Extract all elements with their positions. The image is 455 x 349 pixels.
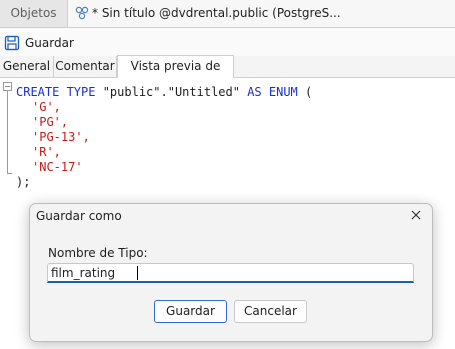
sql-keyword: AS ENUM <box>247 85 298 99</box>
fold-guide <box>7 85 8 173</box>
cancel-button[interactable]: Cancelar <box>234 300 307 323</box>
sql-keyword: CREATE TYPE <box>16 85 96 99</box>
save-label: Guardar <box>25 36 74 50</box>
tab-title: * Sin título @dvdrental.public (PostgreS… <box>92 6 341 20</box>
toolbar: Guardar <box>0 28 455 58</box>
type-icon <box>75 6 89 20</box>
save-as-dialog: Guardar como Nombre de Tipo: film_rating… <box>29 203 433 342</box>
code-line-4: 'PG-13', <box>32 129 90 145</box>
code-line-2: 'G', <box>32 99 61 115</box>
sql-paren: ( <box>297 85 313 99</box>
code-line-7: ); <box>16 174 30 190</box>
tab-objects[interactable]: Objetos <box>0 0 67 27</box>
enum-value: 'R', <box>32 145 61 159</box>
dialog-title: Guardar como <box>36 209 122 223</box>
enum-value: 'PG', <box>32 115 69 129</box>
code-line-1: CREATE TYPE "public"."Untitled" AS ENUM … <box>16 84 312 100</box>
type-name-label: Nombre de Tipo: <box>48 246 148 260</box>
close-icon[interactable] <box>408 207 424 223</box>
tab-general[interactable]: General <box>0 56 54 77</box>
sql-closing: ); <box>16 175 31 189</box>
type-name-value: film_rating <box>51 266 116 280</box>
code-line-3: 'PG', <box>32 114 68 130</box>
enum-value: 'G', <box>32 100 61 114</box>
document-tab-bar: Objetos * Sin título @dvdrental.public (… <box>0 0 455 28</box>
enum-value: 'PG-13', <box>32 130 90 144</box>
tab-sql-preview[interactable]: Vista previa de SQL <box>117 55 234 94</box>
text-caret <box>137 266 138 280</box>
tab-comment[interactable]: Comentar <box>54 56 117 77</box>
fold-toggle-icon[interactable]: − <box>3 82 12 91</box>
fold-end-marker <box>7 173 12 174</box>
save-icon <box>4 35 20 51</box>
sql-identifier: "public"."Untitled" <box>95 85 248 99</box>
code-line-6: 'NC-17' <box>32 159 83 175</box>
save-button-dialog[interactable]: Guardar <box>154 300 227 323</box>
save-button[interactable]: Guardar <box>4 34 74 52</box>
editor-tab-bar: General Comentar Vista previa de SQL <box>0 55 455 94</box>
enum-value: 'NC-17' <box>32 160 83 174</box>
code-line-5: 'R', <box>32 144 61 160</box>
type-name-input[interactable]: film_rating <box>47 263 414 283</box>
tab-untitled-type[interactable]: * Sin título @dvdrental.public (PostgreS… <box>67 0 455 27</box>
